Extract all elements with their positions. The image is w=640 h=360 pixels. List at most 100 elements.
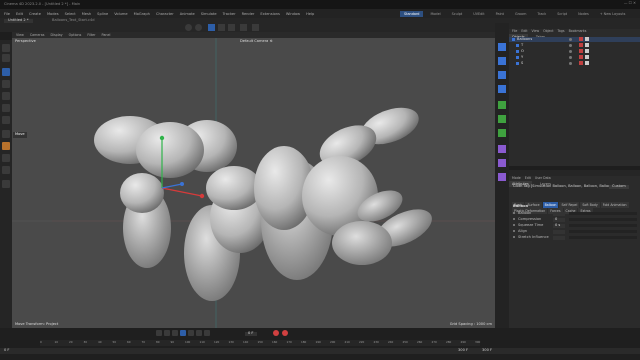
texture-mode-icon[interactable] (2, 180, 10, 188)
cloth-tag-icon[interactable] (579, 49, 583, 53)
rotate-tool-icon[interactable] (2, 80, 10, 88)
move-tool-icon[interactable] (2, 68, 10, 76)
menu-item-7[interactable]: Volume (114, 12, 127, 16)
viewport-menu-item-4[interactable]: Filter (87, 33, 95, 37)
go-to-start-icon[interactable] (156, 330, 162, 336)
field-input-bar[interactable] (569, 212, 637, 215)
viewport-menu-item-3[interactable]: Options (69, 33, 82, 37)
visibility-dots-icon[interactable] (569, 56, 572, 59)
cloner-icon[interactable] (498, 129, 506, 137)
object-row[interactable]: O (509, 49, 640, 54)
menu-item-3[interactable]: Modes (47, 12, 59, 16)
field-icon[interactable] (498, 101, 506, 109)
axis-icon[interactable] (252, 24, 259, 31)
menu-item-5[interactable]: Mesh (82, 12, 91, 16)
field-value[interactable] (553, 230, 565, 234)
field-input-bar[interactable] (569, 218, 637, 221)
autokey-icon[interactable] (282, 330, 288, 336)
record-icon[interactable] (273, 330, 279, 336)
layout-tab-1[interactable]: Model (426, 11, 444, 17)
layout-tab-7[interactable]: Script (553, 11, 571, 17)
objects-menu-item-4[interactable]: Tags (558, 30, 565, 33)
objects-menu-item-5[interactable]: Bookmarks (569, 30, 587, 33)
menu-item-8[interactable]: MoGraph (134, 12, 150, 16)
menu-item-10[interactable]: Animate (180, 12, 195, 16)
menu-item-13[interactable]: Render (242, 12, 255, 16)
field-value[interactable]: 0 (553, 217, 565, 222)
next-frame-icon[interactable] (188, 330, 194, 336)
tag-icon[interactable] (585, 37, 589, 41)
current-frame-field[interactable]: 0 F (245, 331, 257, 336)
viewport-menu-item-1[interactable]: Cameras (30, 33, 45, 37)
objects-menu-item-0[interactable]: File (512, 30, 517, 33)
tag-icon[interactable] (585, 43, 589, 47)
light-icon[interactable] (498, 159, 506, 167)
attributes-menu-item-1[interactable]: Edit (525, 177, 531, 180)
undo-icon[interactable] (185, 24, 192, 31)
cloth-tag-icon[interactable] (579, 55, 583, 59)
menu-item-2[interactable]: Create (29, 12, 41, 16)
play-icon[interactable] (180, 330, 186, 336)
viewport-menu-item-2[interactable]: Display (50, 33, 62, 37)
workplane-icon[interactable] (2, 116, 10, 124)
layout-tab-6[interactable]: Track (533, 11, 550, 17)
field-input-bar[interactable] (569, 236, 637, 239)
field-input-bar[interactable] (569, 224, 637, 227)
scene-canvas[interactable] (12, 38, 495, 328)
objects-menu-item-1[interactable]: Edit (521, 30, 527, 33)
range-end-right[interactable]: 300 F (482, 348, 492, 353)
scene-icon[interactable] (498, 173, 506, 181)
visibility-dots-icon[interactable] (569, 44, 572, 47)
layout-tab-2[interactable]: Sculpt (448, 11, 467, 17)
visibility-dots-icon[interactable] (569, 62, 572, 65)
transform-tool-icon[interactable] (2, 104, 10, 112)
point-mode-icon[interactable] (2, 166, 10, 174)
mograph-icon[interactable] (498, 115, 506, 123)
render-icon[interactable] (218, 24, 225, 31)
go-to-end-icon[interactable] (204, 330, 210, 336)
render-view-icon[interactable] (208, 24, 215, 31)
tag-icon[interactable] (585, 49, 589, 53)
layout-tab-0[interactable]: Standard (400, 10, 424, 17)
menu-item-12[interactable]: Tracker (223, 12, 236, 16)
viewport-menu-item-0[interactable]: View (16, 33, 24, 37)
tag-icon[interactable] (585, 55, 589, 59)
attributes-mode-select[interactable]: Custom (609, 184, 629, 189)
attr-tab-fold-animation[interactable]: Fold Animation (600, 202, 629, 208)
viewport[interactable]: Perspective Default Camera ✲ Move Move T… (12, 38, 495, 328)
layout-tab-3[interactable]: UVEdit (469, 11, 488, 17)
menu-item-1[interactable]: Edit (16, 12, 23, 16)
attributes-menu-item-0[interactable]: Mode (512, 177, 521, 180)
field-value[interactable] (553, 236, 565, 240)
edge-mode-icon[interactable] (2, 154, 10, 162)
generator-icon[interactable] (498, 71, 506, 79)
cloth-tag-icon[interactable] (579, 37, 583, 41)
menu-item-11[interactable]: Simulate (201, 12, 217, 16)
cloth-tag-icon[interactable] (579, 61, 583, 65)
menu-item-9[interactable]: Character (156, 12, 174, 16)
object-row[interactable]: T (509, 43, 640, 48)
spline-icon[interactable] (498, 57, 506, 65)
layout-tab-8[interactable]: Nodes (574, 11, 593, 17)
tag-icon[interactable] (585, 61, 589, 65)
object-row[interactable]: Balloons (509, 37, 640, 42)
layout-tab-4[interactable]: Paint (492, 11, 508, 17)
object-row[interactable]: S (509, 61, 640, 66)
camera-icon[interactable] (498, 145, 506, 153)
prev-frame-icon[interactable] (172, 330, 178, 336)
render-settings-icon[interactable] (228, 24, 235, 31)
menu-item-0[interactable]: File (4, 12, 10, 16)
viewport-menu-item-5[interactable]: Panel (102, 33, 111, 37)
attributes-menu-item-2[interactable]: User Data (535, 177, 551, 180)
menu-item-16[interactable]: Help (306, 12, 314, 16)
select-tool-icon[interactable] (2, 44, 10, 52)
field-value[interactable]: 0 s (553, 223, 565, 228)
range-start[interactable]: 0 F (4, 348, 10, 353)
axis-tool-icon[interactable] (2, 130, 10, 138)
snap-icon[interactable] (240, 24, 247, 31)
field-input-bar[interactable] (569, 230, 637, 233)
field-value[interactable] (553, 212, 565, 216)
next-key-icon[interactable] (196, 330, 202, 336)
visibility-dots-icon[interactable] (569, 50, 572, 53)
objects-menu-item-3[interactable]: Object (543, 30, 553, 33)
